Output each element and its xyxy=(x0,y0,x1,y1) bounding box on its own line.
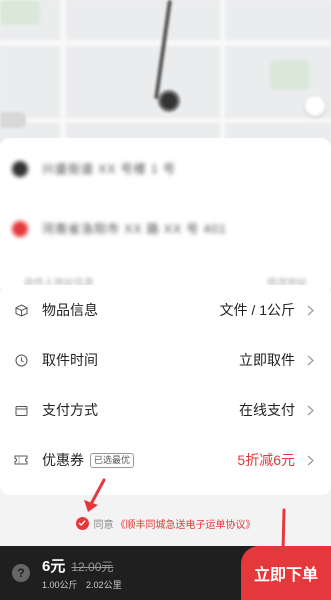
order-options-card: 物品信息 文件 / 1公斤 取件时间 立即取件 支付方式 在线支付 优惠券 已选… xyxy=(0,285,331,495)
option-label: 物品信息 xyxy=(42,302,98,318)
sender-address: 兴盛街道 XX 号楼 1 号 xyxy=(42,162,177,176)
route-line xyxy=(154,0,172,100)
sender-address-row[interactable]: 兴盛街道 XX 号楼 1 号 xyxy=(12,160,176,177)
bottom-order-bar: ? 6元 12.00元 1.00公斤 2.02公里 立即下单 xyxy=(0,546,331,600)
chevron-right-icon xyxy=(303,455,317,466)
option-label: 优惠券 xyxy=(42,452,84,468)
sender-pin-icon xyxy=(158,90,180,112)
sender-dot-icon xyxy=(12,160,28,177)
chevron-right-icon xyxy=(303,305,317,316)
wallet-icon xyxy=(14,403,28,417)
option-payment-method[interactable]: 支付方式 在线支付 xyxy=(0,385,331,435)
agreement-checkbox[interactable] xyxy=(75,516,89,530)
clock-icon xyxy=(14,353,28,367)
place-order-button[interactable]: 立即下单 xyxy=(241,546,331,600)
option-value: 文件 / 1公斤 xyxy=(219,302,295,318)
address-card: 兴盛街道 XX 号楼 1 号 河南省洛阳市 XX 路 XX 号 401 收件人地… xyxy=(0,138,331,289)
help-icon[interactable]: ? xyxy=(12,564,30,582)
option-label: 取件时间 xyxy=(42,352,98,368)
annotation-arrow-icon xyxy=(84,478,106,512)
chevron-right-icon xyxy=(303,405,317,416)
option-coupon[interactable]: 优惠券 已选最优 5折减6元 xyxy=(0,435,331,485)
option-value: 在线支付 xyxy=(239,402,295,418)
package-icon xyxy=(14,303,28,317)
agreement-prefix: 同意 xyxy=(93,519,114,531)
locate-icon[interactable] xyxy=(305,96,325,116)
price-summary[interactable]: 6元 12.00元 1.00公斤 2.02公里 xyxy=(42,555,122,591)
option-label: 支付方式 xyxy=(42,402,98,418)
map-view[interactable] xyxy=(0,0,331,160)
chevron-right-icon xyxy=(303,355,317,366)
weight-text: 1.00公斤 xyxy=(42,580,78,590)
option-value: 立即取件 xyxy=(239,352,295,368)
coupon-icon xyxy=(14,453,28,467)
coupon-best-badge: 已选最优 xyxy=(90,452,135,468)
final-price: 6元 xyxy=(42,558,66,575)
receiver-dot-icon xyxy=(12,220,28,237)
distance-text: 2.02公里 xyxy=(86,580,122,590)
original-price: 12.00元 xyxy=(71,560,114,574)
option-item-info[interactable]: 物品信息 文件 / 1公斤 xyxy=(0,285,331,335)
option-pickup-time[interactable]: 取件时间 立即取件 xyxy=(0,335,331,385)
receiver-address-row[interactable]: 河南省洛阳市 XX 路 XX 号 401 xyxy=(12,220,227,237)
map-layer-icon[interactable] xyxy=(0,112,26,128)
agreement-link[interactable]: 《顺丰同城急送电子运单协议》 xyxy=(116,516,256,531)
receiver-address: 河南省洛阳市 XX 路 XX 号 401 xyxy=(42,222,227,236)
coupon-discount-value: 5折减6元 xyxy=(237,452,295,468)
